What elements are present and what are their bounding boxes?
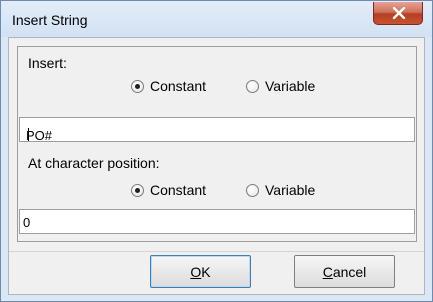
radio-selected-icon xyxy=(131,79,144,93)
text-caret xyxy=(28,128,29,141)
insert-string-dialog: Insert String Insert: Constant Variable xyxy=(0,0,433,302)
insert-constant-label: Constant xyxy=(150,78,207,94)
radio-unselected-icon xyxy=(246,183,259,197)
close-button[interactable] xyxy=(373,2,423,25)
button-divider xyxy=(9,251,424,252)
options-panel: Insert: Constant Variable PO# At charact… xyxy=(17,46,417,242)
position-variable-label: Variable xyxy=(265,182,316,198)
ok-button[interactable]: OK xyxy=(150,255,251,288)
position-constant-label: Constant xyxy=(150,182,207,198)
title-bar[interactable]: Insert String xyxy=(1,1,432,37)
ok-label-rest: K xyxy=(201,263,211,280)
radio-selected-icon xyxy=(131,183,144,197)
dialog-content: Insert: Constant Variable PO# At charact… xyxy=(8,37,425,295)
insert-variable-label: Variable xyxy=(265,78,316,94)
insert-text-value: PO# xyxy=(26,128,53,143)
cancel-button[interactable]: Cancel xyxy=(294,255,395,288)
position-variable-radio[interactable]: Variable xyxy=(246,182,315,198)
insert-label: Insert: xyxy=(28,55,67,71)
position-label: At character position: xyxy=(28,155,160,171)
window-title: Insert String xyxy=(12,12,88,28)
close-x-icon xyxy=(392,7,406,19)
insert-variable-radio[interactable]: Variable xyxy=(246,78,315,94)
position-text-value: 0 xyxy=(23,215,31,230)
radio-unselected-icon xyxy=(246,79,259,93)
position-constant-radio[interactable]: Constant xyxy=(131,182,206,198)
cancel-label-rest: ancel xyxy=(332,263,367,280)
position-text-field[interactable]: 0 xyxy=(19,209,415,234)
ok-mnemonic: O xyxy=(190,263,202,280)
cancel-mnemonic: C xyxy=(322,263,333,280)
insert-constant-radio[interactable]: Constant xyxy=(131,78,206,94)
insert-text-field[interactable]: PO# xyxy=(19,117,415,143)
